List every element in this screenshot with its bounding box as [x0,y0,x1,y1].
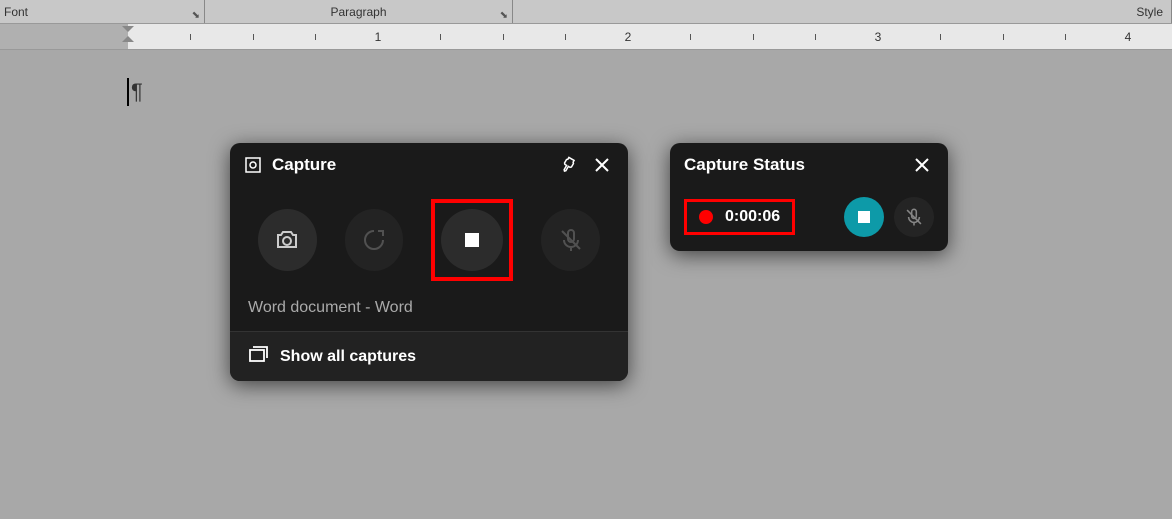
close-icon [914,157,930,173]
ruler-number: 2 [625,30,632,44]
recording-dot-icon [699,210,713,224]
indent-marker[interactable] [122,24,134,36]
status-body: 0:00:06 [670,187,948,251]
ruler-number: 1 [375,30,382,44]
stop-icon [463,231,481,249]
mic-toggle-button[interactable] [541,209,600,271]
pin-button[interactable] [556,153,580,177]
mic-toggle-button[interactable] [894,197,934,237]
show-all-captures-label: Show all captures [280,348,416,366]
stop-icon [857,210,871,224]
close-icon [594,157,610,173]
dialog-launcher-icon[interactable]: ⬊ [192,10,200,21]
status-panel-title: Capture Status [684,155,900,175]
ruler-track [0,24,1172,49]
gallery-icon [248,344,268,369]
refresh-icon [361,227,387,253]
ribbon-style-label: Style [1136,5,1163,19]
dialog-launcher-icon[interactable]: ⬊ [500,10,508,21]
capture-panel-header: Capture [230,143,628,187]
capture-panel-title: Capture [272,155,546,175]
ribbon-font-label: Font [4,5,28,19]
capture-status-panel: Capture Status 0:00:06 [670,143,948,251]
highlight-annotation [431,199,513,281]
capture-panel: Capture Word document - [230,143,628,381]
ruler-number: 4 [1125,30,1132,44]
pilcrow-icon: ¶ [131,79,143,105]
status-panel-header: Capture Status [670,143,948,187]
capture-button-row [230,187,628,289]
ribbon-group-font[interactable]: Font ⬊ [0,0,205,23]
capture-logo-icon [244,156,262,174]
ruler-number: 3 [875,30,882,44]
record-last-button[interactable] [345,209,404,271]
close-button[interactable] [590,153,614,177]
mic-off-icon [558,227,584,253]
recording-timer: 0:00:06 [725,208,780,226]
recording-indicator: 0:00:06 [684,199,795,235]
stop-recording-button[interactable] [441,209,503,271]
ribbon-group-labels: Font ⬊ Paragraph ⬊ Style [0,0,1172,24]
horizontal-ruler[interactable]: 1 2 3 4 [0,24,1172,50]
show-all-captures-button[interactable]: Show all captures [230,331,628,381]
ribbon-group-style[interactable]: Style [513,0,1172,23]
pin-icon [559,156,577,174]
document-area[interactable]: ¶ Capture [0,50,1172,519]
ribbon-paragraph-label: Paragraph [330,5,386,19]
capture-target-label: Word document - Word [230,289,628,331]
screenshot-button[interactable] [258,209,317,271]
stop-recording-button[interactable] [844,197,884,237]
mic-off-icon [904,207,924,227]
close-button[interactable] [910,153,934,177]
camera-icon [274,227,300,253]
ribbon-group-paragraph[interactable]: Paragraph ⬊ [205,0,513,23]
text-cursor: ¶ [127,78,143,106]
